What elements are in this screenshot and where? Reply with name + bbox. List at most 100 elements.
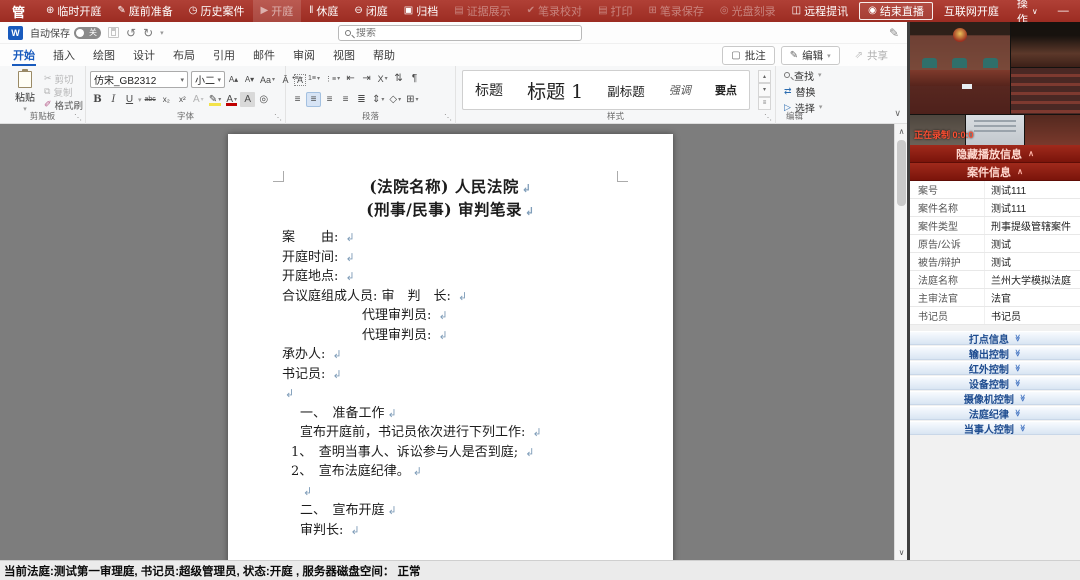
redo-icon[interactable]: ↻ (143, 27, 153, 39)
tab-home[interactable]: 开始 (4, 44, 44, 66)
gallery-up-icon[interactable]: ▴ (758, 70, 771, 83)
hide-playback-info-header[interactable]: 隐藏播放信息 ∧ (910, 145, 1080, 163)
distribute-button[interactable]: ≣ (354, 92, 369, 107)
minimize-button[interactable]: — (1048, 0, 1079, 22)
scroll-up-icon[interactable]: ∧ (895, 125, 907, 138)
enclose-characters-button[interactable]: ◎ (256, 92, 271, 107)
autosave-switch[interactable]: 关 (74, 27, 101, 39)
topbar-item-remote-interrogation[interactable]: ◫远程提讯 (784, 0, 856, 22)
change-case-button[interactable]: Aa▾ (258, 72, 277, 87)
gallery-down-icon[interactable]: ▾ (758, 83, 771, 96)
vertical-scrollbar[interactable]: ∧ ∨ (894, 124, 907, 560)
style-emphasis[interactable]: 强调 (669, 82, 691, 98)
topbar-item-temp-session[interactable]: ⊕临时开庭 (38, 0, 109, 22)
subscript-button[interactable]: x₂ (159, 92, 174, 107)
tab-review[interactable]: 审阅 (284, 44, 324, 66)
search-box[interactable] (338, 25, 582, 41)
paste-button[interactable]: 粘贴 ▾ (9, 71, 41, 113)
dialog-launcher-icon[interactable]: ⋱ (764, 113, 772, 122)
gallery-more-icon[interactable]: ≡ (758, 97, 771, 110)
minimize-icon: — (1058, 5, 1069, 17)
shrink-font-button[interactable]: A▾ (242, 72, 257, 87)
align-center-button[interactable]: ≡ (306, 92, 321, 107)
sort-button[interactable]: ⇅ (391, 71, 406, 86)
tab-references[interactable]: 引用 (204, 44, 244, 66)
scroll-down-icon[interactable]: ∨ (895, 546, 907, 559)
customize-qat-icon[interactable]: ▾ (160, 29, 164, 37)
scrollbar-thumb[interactable] (897, 140, 906, 206)
asian-layout-button[interactable]: X▾ (375, 71, 390, 86)
style-heading1[interactable]: 标题 1 (527, 77, 583, 104)
line-spacing-button[interactable]: ⇕▾ (370, 92, 386, 107)
show-marks-button[interactable]: ¶ (407, 71, 422, 86)
section-device-control[interactable]: 设备控制≫ (910, 376, 1080, 390)
multilevel-list-button[interactable]: ⋮≡▾ (323, 71, 342, 86)
align-left-button[interactable]: ≡ (290, 92, 305, 107)
font-color-button[interactable]: A▾ (224, 92, 239, 107)
style-title[interactable]: 标题 (475, 80, 503, 100)
comments-button[interactable]: ▢批注 (722, 46, 774, 65)
search-input[interactable] (356, 28, 575, 39)
section-camera-control[interactable]: 摄像机控制≫ (910, 391, 1080, 405)
topbar-item-pretrial-prep[interactable]: ✎庭前准备 (109, 0, 180, 22)
style-subtitle[interactable]: 副标题 (607, 81, 645, 100)
italic-button[interactable]: I (106, 92, 121, 107)
document-page[interactable]: (法院名称) 人民法院↲ (刑事/民事) 审判笔录↲ 案 由: ↲ 开庭时间: … (228, 134, 673, 560)
grow-font-button[interactable]: A▴ (226, 72, 241, 87)
editing-mode-button[interactable]: ✎编辑▾ (781, 46, 840, 65)
section-infrared-control[interactable]: 红外控制≫ (910, 361, 1080, 375)
bold-button[interactable]: B (90, 92, 105, 107)
justify-button[interactable]: ≡ (338, 92, 353, 107)
topbar-item-recess[interactable]: ‖休庭 (301, 0, 346, 22)
double-chevron-down-icon: ≫ (1018, 424, 1026, 431)
tab-view[interactable]: 视图 (324, 44, 364, 66)
topbar-item-internet-court[interactable]: 互联网开庭 (936, 0, 1007, 22)
increase-indent-button[interactable]: ⇥ (359, 71, 374, 86)
paragraph-mark: ↲ (525, 205, 535, 218)
chevron-down-icon[interactable]: ▾ (138, 96, 142, 104)
tab-mailings[interactable]: 邮件 (244, 44, 284, 66)
tab-insert[interactable]: 插入 (44, 44, 84, 66)
ink-pen-icon[interactable]: ✎ (889, 26, 899, 40)
topbar-item-archive[interactable]: ▣归档 (396, 0, 446, 22)
font-size-select[interactable]: 小二▾ (191, 71, 225, 88)
topbar-item-history-cases[interactable]: ◷历史案件 (181, 0, 253, 22)
styles-gallery-nav: ▴ ▾ ≡ (758, 70, 771, 110)
numbering-button[interactable]: 1≡▾ (306, 71, 322, 86)
paragraph-mark: ↲ (439, 309, 448, 322)
shading-button[interactable]: ◇▾ (387, 92, 403, 107)
align-right-button[interactable]: ≡ (322, 92, 337, 107)
section-court-discipline[interactable]: 法庭纪律≫ (910, 406, 1080, 420)
font-name-select[interactable]: 仿宋_GB2312▾ (90, 71, 188, 88)
dialog-launcher-icon[interactable]: ⋱ (444, 113, 452, 122)
superscript-button[interactable]: x² (175, 92, 190, 107)
decrease-indent-button[interactable]: ⇤ (343, 71, 358, 86)
tab-design[interactable]: 设计 (124, 44, 164, 66)
collapse-ribbon-icon[interactable]: ∨ (894, 108, 901, 119)
disc-icon: ◎ (720, 6, 729, 16)
courtroom-video-feed[interactable]: 正在录制 0:0:0 (910, 22, 1080, 145)
tab-layout[interactable]: 布局 (164, 44, 204, 66)
bullets-button[interactable]: •≡▾ (290, 71, 305, 86)
replace-button[interactable]: ⇄替换 (784, 84, 888, 98)
section-marker-info[interactable]: 打点信息≫ (910, 331, 1080, 345)
section-party-control[interactable]: 当事人控制≫ (910, 421, 1080, 435)
highlight-color-button[interactable]: ✎▾ (207, 92, 223, 107)
dialog-launcher-icon[interactable]: ⋱ (274, 113, 282, 122)
save-icon[interactable] (108, 27, 119, 38)
find-button[interactable]: 查找▾ (784, 68, 888, 82)
topbar-item-close-court[interactable]: ⊖闭庭 (346, 0, 395, 22)
tab-help[interactable]: 帮助 (364, 44, 404, 66)
case-info-header[interactable]: 案件信息 ∧ (910, 163, 1080, 181)
strikethrough-button[interactable]: abc (143, 92, 158, 107)
underline-button[interactable]: U (122, 92, 137, 107)
borders-button[interactable]: ⊞▾ (404, 92, 420, 107)
topbar-item-end-livestream[interactable]: ◉结束直播 (859, 2, 933, 20)
undo-icon[interactable]: ↺ (126, 27, 136, 39)
section-output-control[interactable]: 输出控制≫ (910, 346, 1080, 360)
character-shading-button[interactable]: A (240, 92, 255, 107)
style-strong[interactable]: 要点 (715, 82, 737, 98)
dialog-launcher-icon[interactable]: ⋱ (74, 113, 82, 122)
autosave-toggle[interactable]: 自动保存 关 (30, 25, 101, 40)
tab-draw[interactable]: 绘图 (84, 44, 124, 66)
